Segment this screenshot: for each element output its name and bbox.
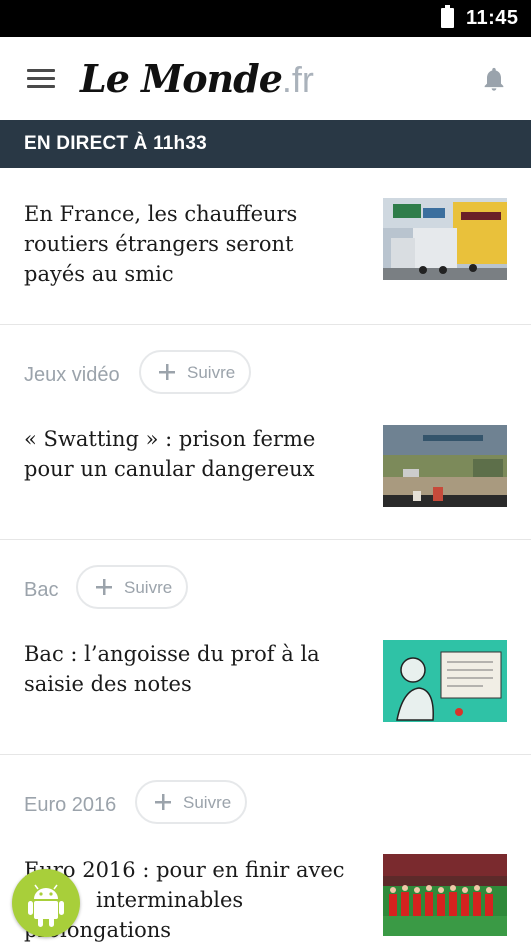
follow-button[interactable]: Suivre — [135, 780, 247, 824]
follow-label: Suivre — [124, 578, 173, 597]
article-thumbnail — [383, 854, 507, 936]
follow-button[interactable]: Suivre — [76, 565, 188, 609]
plus-icon — [155, 794, 171, 810]
live-banner-text: EN DIRECT À 11h33 — [24, 133, 207, 154]
app-bar: Le Monde.fr — [0, 37, 531, 120]
logo-wordmark: Le Monde — [80, 56, 283, 101]
article-title: En France, les chauffeurs routiers étran… — [24, 202, 298, 286]
article-title: « Swatting » : prison ferme pour un canu… — [24, 427, 316, 481]
follow-label: Suivre — [187, 363, 236, 382]
menu-button[interactable] — [18, 57, 64, 101]
android-icon — [28, 884, 64, 927]
status-bar: 11:45 — [0, 0, 531, 37]
notifications-button[interactable] — [480, 65, 508, 93]
article-title: Bac : l’angoisse du prof à la saisie des… — [24, 642, 320, 696]
article-item[interactable]: Bac Suivre Bac : l’angoisse du prof à la… — [0, 540, 531, 754]
battery-icon — [441, 5, 454, 28]
le-monde-logo: Le Monde.fr — [80, 51, 314, 107]
live-banner[interactable]: EN DIRECT À 11h33 — [0, 120, 531, 168]
follow-button[interactable]: Suivre — [139, 350, 251, 394]
plus-icon — [96, 579, 112, 595]
topic-label: Jeux vidéo — [24, 364, 120, 386]
follow-label: Suivre — [183, 793, 232, 812]
article-item[interactable]: Jeux vidéo Suivre « Swatting » : prison … — [0, 325, 531, 539]
article-item[interactable]: En France, les chauffeurs routiers étran… — [0, 168, 531, 324]
topic-label: Euro 2016 — [24, 794, 117, 816]
topic-label: Bac — [24, 579, 59, 601]
bell-icon — [484, 67, 504, 91]
plus-icon — [159, 364, 175, 380]
status-time: 11:45 — [466, 7, 519, 29]
article-thumbnail — [383, 198, 507, 280]
logo-suffix: .fr — [281, 59, 314, 100]
article-thumbnail — [383, 640, 507, 722]
article-thumbnail — [383, 425, 507, 507]
android-badge[interactable] — [12, 869, 80, 937]
